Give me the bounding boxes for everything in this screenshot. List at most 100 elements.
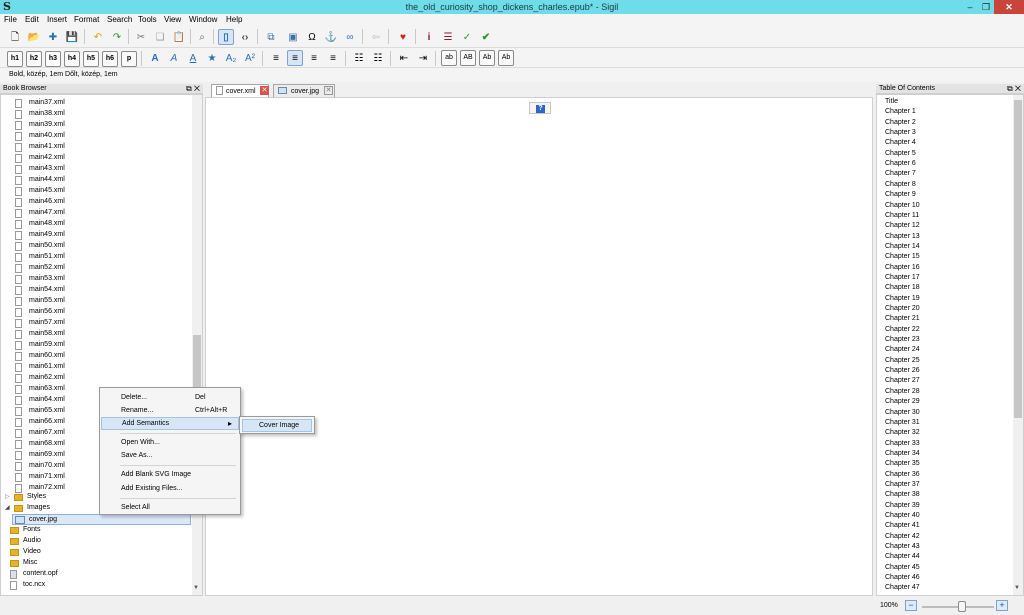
scroll-down-icon[interactable]: ▼: [193, 585, 199, 591]
align-right-icon[interactable]: ≡: [306, 50, 322, 66]
insert-special-char-icon[interactable]: Ω: [304, 29, 320, 45]
toc-entry[interactable]: Chapter 39: [885, 502, 920, 512]
toc-entry[interactable]: Chapter 44: [885, 553, 920, 563]
bullet-list-icon[interactable]: ☷: [351, 50, 367, 66]
tab-cover-jpg[interactable]: cover.jpg ✕: [273, 84, 335, 97]
copy-icon[interactable]: ❏: [152, 29, 168, 45]
menu-item-delete[interactable]: Delete... Del: [101, 391, 239, 404]
toc-entry[interactable]: Chapter 27: [885, 377, 920, 387]
toc-entry[interactable]: Chapter 33: [885, 440, 920, 450]
toc-entry[interactable]: Chapter 34: [885, 450, 920, 460]
menu-view[interactable]: View: [164, 15, 181, 24]
uppercase-button[interactable]: AB: [460, 50, 476, 66]
menu-item-rename[interactable]: Rename... Ctrl+Alt+R: [101, 404, 239, 417]
menu-item-open-with[interactable]: Open With...: [101, 436, 239, 449]
align-center-icon[interactable]: ≡: [287, 50, 303, 66]
book-view-icon[interactable]: ▯: [218, 29, 234, 45]
toc-entry[interactable]: Chapter 19: [885, 295, 920, 305]
split-chapter-icon[interactable]: ⧉: [263, 29, 279, 45]
toc-entry[interactable]: Chapter 17: [885, 274, 920, 284]
toc-entry[interactable]: Chapter 41: [885, 522, 920, 532]
heading-1-button[interactable]: h1: [7, 51, 23, 67]
tree-item-cover-jpg[interactable]: cover.jpg: [12, 514, 191, 525]
toc-entry[interactable]: Chapter 28: [885, 388, 920, 398]
minimize-icon[interactable]: ‒: [958, 0, 982, 14]
toc-entry[interactable]: Chapter 9: [885, 191, 916, 201]
add-file-icon[interactable]: ✚: [45, 29, 61, 45]
italic-icon[interactable]: A: [166, 50, 182, 66]
lowercase-button[interactable]: ab: [441, 50, 457, 66]
menu-item-save-as[interactable]: Save As...: [101, 449, 239, 462]
toc-entry[interactable]: Chapter 20: [885, 305, 920, 315]
menu-format[interactable]: Format: [74, 15, 99, 24]
toc-entry[interactable]: Chapter 2: [885, 119, 916, 129]
zoom-slider-handle[interactable]: [958, 601, 966, 612]
book-view-page[interactable]: ?: [205, 97, 873, 596]
toc-entry[interactable]: Chapter 23: [885, 336, 920, 346]
toc-entry[interactable]: Chapter 13: [885, 233, 920, 243]
toc-entry[interactable]: Chapter 4: [885, 139, 916, 149]
heading-6-button[interactable]: h6: [102, 51, 118, 67]
insert-id-anchor-icon[interactable]: ⚓: [323, 29, 339, 45]
insert-link-icon[interactable]: ∞: [342, 29, 358, 45]
toc-entry[interactable]: Chapter 45: [885, 564, 920, 574]
menu-window[interactable]: Window: [189, 15, 217, 24]
insert-image-icon[interactable]: ▣: [285, 29, 301, 45]
menu-item-add-semantics[interactable]: Add Semantics ▸: [101, 417, 239, 430]
toc-entry[interactable]: Chapter 15: [885, 253, 920, 263]
scroll-down-icon[interactable]: ▼: [1014, 585, 1020, 591]
toc-entry[interactable]: Chapter 6: [885, 160, 916, 170]
bold-icon[interactable]: A: [147, 50, 163, 66]
toc-entry[interactable]: Chapter 16: [885, 264, 920, 274]
toc-entry[interactable]: Chapter 37: [885, 481, 920, 491]
menu-search[interactable]: Search: [107, 15, 132, 24]
menu-tools[interactable]: Tools: [138, 15, 157, 24]
code-view-icon[interactable]: ‹›: [237, 29, 253, 45]
menu-item-select-all[interactable]: Select All: [101, 501, 239, 514]
toc-entry[interactable]: Chapter 32: [885, 429, 920, 439]
paste-icon[interactable]: 📋: [171, 29, 187, 45]
redo-icon[interactable]: ↷: [109, 29, 125, 45]
capitalize-button[interactable]: Ab: [498, 50, 514, 66]
toc-entry[interactable]: Chapter 46: [885, 574, 920, 584]
toc-entry[interactable]: Chapter 29: [885, 398, 920, 408]
find-icon[interactable]: ⌕: [194, 29, 210, 45]
panel-float-close-icon[interactable]: ⧉ ✕: [1007, 84, 1021, 94]
metadata-icon[interactable]: i: [421, 29, 437, 45]
toc-entry[interactable]: Chapter 25: [885, 357, 920, 367]
titlecase-button[interactable]: Ab: [479, 50, 495, 66]
toc-entry[interactable]: Chapter 1: [885, 108, 916, 118]
new-file-icon[interactable]: 🗋: [7, 29, 23, 45]
cut-icon[interactable]: ✂: [133, 29, 149, 45]
save-icon[interactable]: 💾: [64, 29, 80, 45]
book-browser-scrollbar[interactable]: ▼: [192, 95, 202, 595]
superscript-icon[interactable]: A²: [242, 50, 258, 66]
subscript-icon[interactable]: A₂: [223, 50, 239, 66]
menu-help[interactable]: Help: [226, 15, 242, 24]
scrollbar-thumb[interactable]: [1014, 100, 1022, 418]
open-folder-icon[interactable]: 📂: [26, 29, 42, 45]
close-tab-icon[interactable]: ✕: [324, 86, 333, 95]
spellcheck-icon[interactable]: ✓: [459, 29, 475, 45]
toc-entry[interactable]: Chapter 47: [885, 584, 920, 594]
increase-indent-icon[interactable]: ⇥: [415, 50, 431, 66]
toc-entry[interactable]: Chapter 3: [885, 129, 916, 139]
toc-entry[interactable]: Chapter 18: [885, 284, 920, 294]
toc-entry[interactable]: Chapter 5: [885, 150, 916, 160]
validate-icon[interactable]: ✔: [478, 29, 494, 45]
toc-entry[interactable]: Chapter 14: [885, 243, 920, 253]
toc-entry[interactable]: Chapter 22: [885, 326, 920, 336]
strikethrough-icon[interactable]: ★: [204, 50, 220, 66]
close-icon[interactable]: ✕: [994, 0, 1024, 14]
toc-scrollbar[interactable]: ▼: [1013, 95, 1023, 595]
underline-icon[interactable]: A: [185, 50, 201, 66]
toc-entry[interactable]: Chapter 21: [885, 315, 920, 325]
toc-entry[interactable]: Chapter 10: [885, 202, 920, 212]
zoom-in-button[interactable]: +: [996, 600, 1008, 611]
heading-4-button[interactable]: h4: [64, 51, 80, 67]
toc-entry[interactable]: Chapter 11: [885, 212, 919, 222]
toc-entry[interactable]: Chapter 35: [885, 460, 920, 470]
menu-item-add-existing-files[interactable]: Add Existing Files...: [101, 482, 239, 495]
back-icon[interactable]: ⇦: [368, 29, 384, 45]
toc-entry[interactable]: Chapter 36: [885, 471, 920, 481]
